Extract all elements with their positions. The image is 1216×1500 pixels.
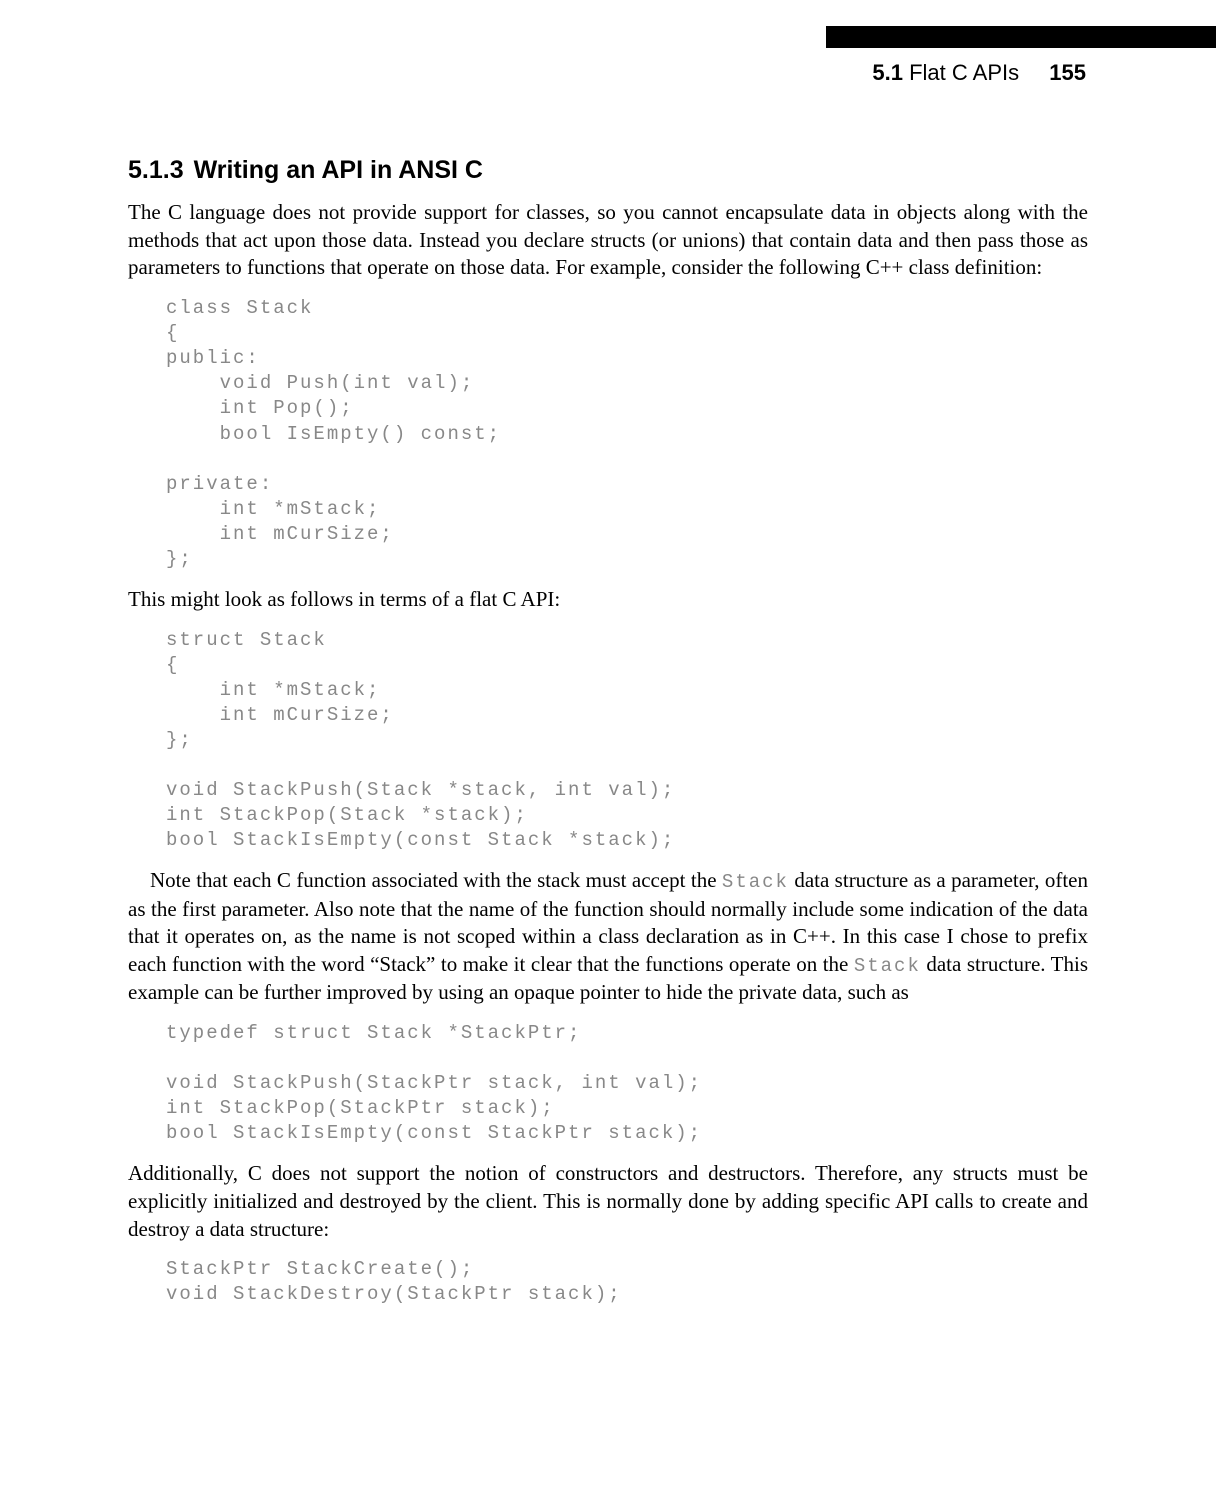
paragraph: The C language does not provide support … [128,199,1088,282]
page-content: 5.1 Flat C APIs 155 5.1.3 Writing an API … [0,0,1216,1381]
inline-code: Stack [854,955,921,977]
header-section-num: 5.1 [872,60,903,85]
code-block: StackPtr StackCreate(); void StackDestro… [166,1257,1088,1307]
header-page-num: 155 [1049,60,1086,85]
code-block: class Stack { public: void Push(int val)… [166,296,1088,572]
section-heading: 5.1.3 Writing an API in ANSI C [128,156,1088,185]
text-run: Note that each C function associated wit… [150,868,722,892]
heading-number: 5.1.3 [128,156,184,184]
header-section-title: Flat C APIs [909,60,1019,85]
code-block: typedef struct Stack *StackPtr; void Sta… [166,1021,1088,1146]
paragraph: Additionally, C does not support the not… [128,1160,1088,1243]
code-block: struct Stack { int *mStack; int mCurSize… [166,628,1088,854]
paragraph: Note that each C function associated wit… [128,867,1088,1006]
running-header: 5.1 Flat C APIs 155 [128,60,1088,86]
heading-title: Writing an API in ANSI C [194,156,483,184]
paragraph: This might look as follows in terms of a… [128,586,1088,614]
inline-code: Stack [722,871,789,893]
page-tab [826,26,1216,48]
